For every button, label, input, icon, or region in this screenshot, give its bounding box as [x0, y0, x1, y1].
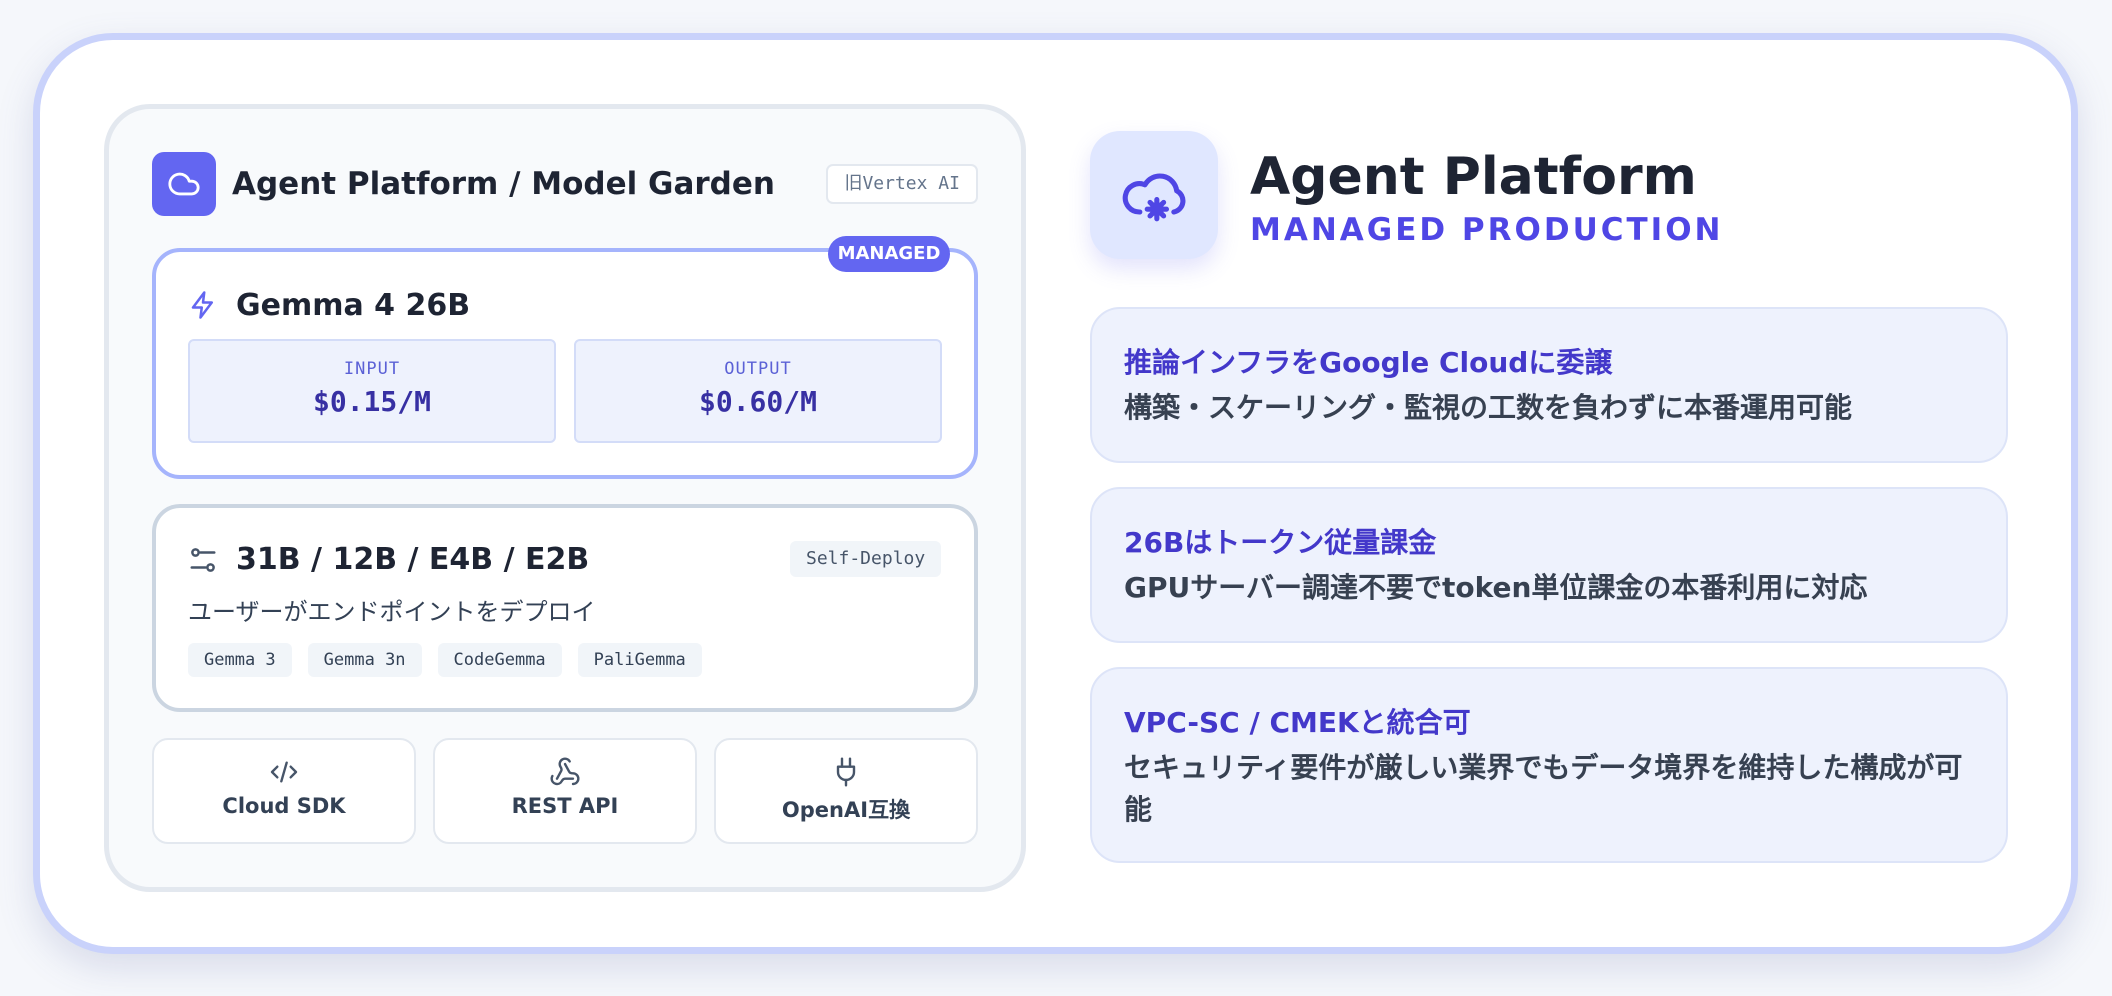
plug-icon	[836, 757, 856, 787]
api-card-openai[interactable]: OpenAI互換	[714, 738, 978, 844]
legacy-tag: 旧Vertex AI	[826, 164, 978, 204]
code-icon	[270, 761, 298, 783]
feature-card: 推論インフラをGoogle Cloudに委譲 構築・スケーリング・監視の工数を負…	[1090, 307, 2008, 463]
feature-description: セキュリティ要件が厳しい業界でもデータ境界を維持した構成が可能	[1124, 751, 1963, 826]
feature-description: 構築・スケーリング・監視の工数を負わずに本番運用可能	[1124, 391, 1853, 424]
sliders-icon	[190, 548, 216, 572]
self-deploy-tag: Self-Deploy	[790, 541, 942, 577]
feature-card: VPC-SC / CMEKと統合可 セキュリティ要件が厳しい業界でもデータ境界を…	[1090, 667, 2008, 863]
feature-title: 推論インフラをGoogle Cloudに委譲	[1124, 346, 1613, 379]
managed-badge: MANAGED	[828, 236, 950, 272]
output-price-box: OUTPUT $0.60/M	[574, 339, 942, 443]
input-price: $0.15/M	[312, 385, 431, 418]
input-price-box: INPUT $0.15/M	[188, 339, 556, 443]
managed-model-title: Gemma 4 26B	[236, 288, 471, 323]
webhook-icon	[550, 757, 580, 786]
api-label: OpenAI互換	[781, 798, 911, 822]
self-deploy-subtitle: ユーザーがエンドポイントをデプロイ	[188, 598, 596, 626]
input-label: INPUT	[343, 359, 401, 379]
feature-title: 26Bはトークン従量課金	[1124, 526, 1437, 559]
model-chip-list: Gemma 3 Gemma 3n CodeGemma PaliGemma	[188, 643, 702, 677]
feature-description: GPUサーバー調達不要でtoken単位課金の本番利用に対応	[1124, 571, 1868, 604]
panel-title: Agent Platform / Model Garden	[232, 166, 775, 202]
api-card-cloud-sdk[interactable]: Cloud SDK	[152, 738, 416, 844]
model-chip[interactable]: CodeGemma	[437, 643, 562, 677]
output-price: $0.60/M	[698, 385, 817, 418]
model-chip[interactable]: Gemma 3	[188, 643, 292, 677]
model-chip[interactable]: Gemma 3n	[307, 643, 422, 677]
feature-card: 26Bはトークン従量課金 GPUサーバー調達不要でtoken単位課金の本番利用に…	[1090, 487, 2008, 643]
cloud-gear-icon	[1090, 131, 1218, 259]
lightning-icon	[191, 291, 213, 319]
cloud-icon	[152, 152, 216, 216]
feature-title: VPC-SC / CMEKと統合可	[1124, 706, 1471, 739]
panel-header: Agent Platform / Model Garden 旧Vertex AI	[152, 152, 978, 216]
platform-title: Agent Platform	[1250, 147, 1697, 207]
model-chip[interactable]: PaliGemma	[577, 643, 702, 677]
platform-subtitle: MANAGED PRODUCTION	[1250, 212, 1724, 248]
api-label: Cloud SDK	[222, 794, 346, 818]
api-label: REST API	[511, 794, 619, 818]
self-deploy-title: 31B / 12B / E4B / E2B	[236, 542, 590, 577]
output-label: OUTPUT	[724, 359, 792, 379]
api-card-rest-api[interactable]: REST API	[433, 738, 697, 844]
